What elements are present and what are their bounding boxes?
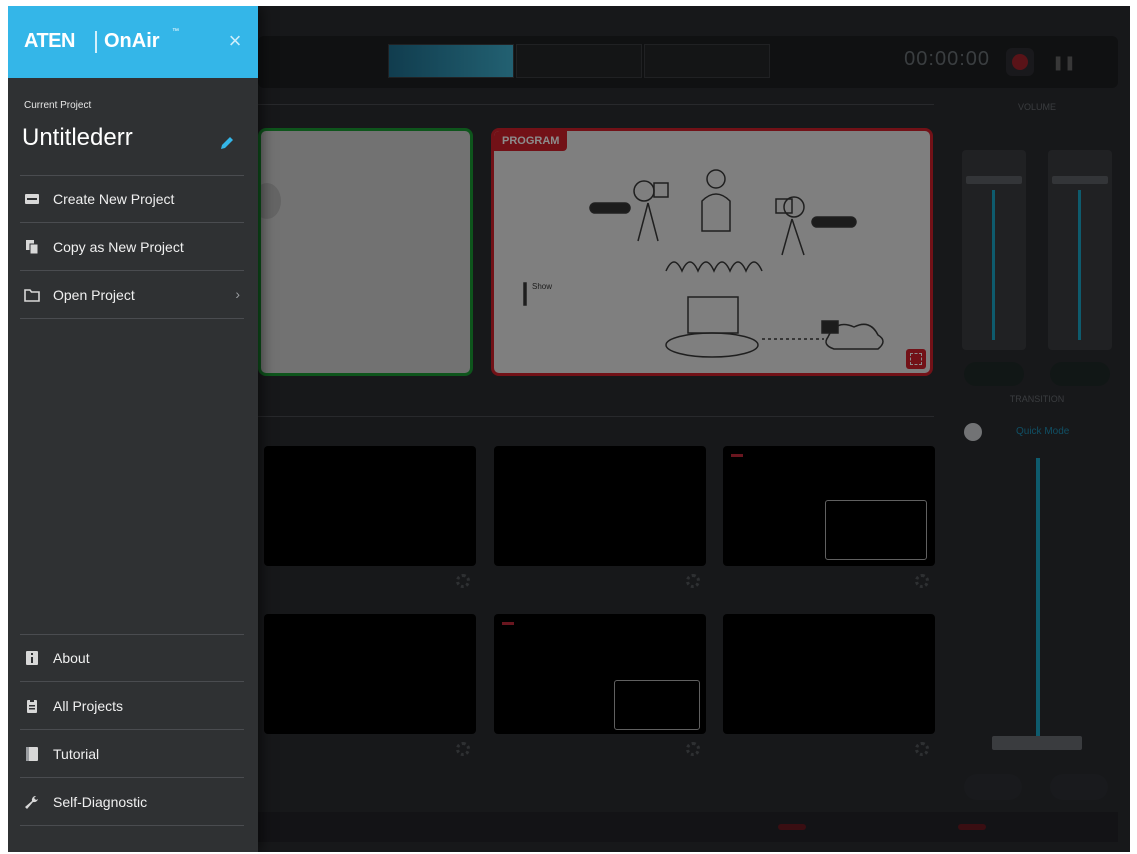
record-button[interactable]	[1006, 48, 1034, 76]
menu-item-label: All Projects	[53, 698, 124, 714]
scene-thumbnail[interactable]	[264, 446, 476, 566]
scene-thumbnail[interactable]	[494, 614, 706, 734]
gear-icon[interactable]	[686, 742, 700, 756]
menu-item-tutorial[interactable]: Tutorial	[20, 731, 244, 778]
preview-image	[261, 183, 281, 219]
drawer-header: ATEN OnAir ™ ×	[8, 6, 258, 78]
tab-second[interactable]	[516, 44, 642, 78]
menu-item-label: Copy as New Project	[53, 239, 184, 255]
menu-item-label: Tutorial	[53, 746, 100, 762]
status-indicator	[958, 824, 986, 830]
folder-icon	[24, 289, 40, 302]
scene-footer	[270, 740, 470, 762]
gear-icon[interactable]	[456, 742, 470, 756]
scene-footer	[729, 740, 929, 762]
gear-icon[interactable]	[915, 742, 929, 756]
menu-item-self-diagnostic[interactable]: Self-Diagnostic	[20, 779, 244, 826]
svg-text:Show: Show	[532, 282, 552, 291]
fader-handle[interactable]	[966, 176, 1022, 184]
program-monitor[interactable]: Show PROGRAM	[491, 128, 933, 376]
status-indicator	[778, 824, 806, 830]
section-divider	[258, 416, 934, 417]
book-icon	[26, 747, 38, 761]
menu-item-label: About	[53, 650, 90, 666]
volume-fader-right[interactable]	[1048, 150, 1112, 350]
app-window: 00:00:00 ❚❚ Show PROGRAM VOLUME TRANSITI…	[8, 6, 1130, 852]
menu-item-label: Self-Diagnostic	[53, 794, 148, 810]
quick-mode-toggle[interactable]	[964, 423, 982, 441]
scene-indicator	[731, 454, 743, 457]
pip-overlay	[825, 500, 927, 560]
tab-third[interactable]	[644, 44, 770, 78]
status-bar	[258, 812, 1118, 842]
scene-thumbnail[interactable]	[494, 446, 706, 566]
scene-footer	[729, 572, 929, 594]
scene-indicator	[502, 622, 514, 625]
menu-item-copy-as-new-project[interactable]: Copy as New Project	[20, 224, 244, 271]
program-label: PROGRAM	[494, 131, 568, 151]
scene-footer	[500, 740, 700, 762]
fader-handle[interactable]	[1052, 176, 1108, 184]
current-project-name: Untitlederr	[22, 124, 133, 151]
menu-item-all-projects[interactable]: All Projects	[20, 683, 244, 730]
gear-icon[interactable]	[456, 574, 470, 588]
transition-button-right[interactable]	[1050, 774, 1108, 800]
scene-footer	[270, 572, 470, 594]
clipboard-icon	[27, 699, 37, 713]
current-project-label: Current Project	[24, 100, 92, 111]
transition-title: TRANSITION	[1009, 394, 1065, 404]
wrench-icon	[25, 796, 38, 809]
audio-transition-panel: VOLUME TRANSITION Quick Mode	[944, 98, 1130, 818]
pip-overlay	[614, 680, 700, 730]
volume-fader-left[interactable]	[962, 150, 1026, 350]
menu-item-create-new-project[interactable]: Create New Project	[20, 176, 244, 223]
timecode-display: 00:00:00	[904, 48, 990, 70]
top-toolbar: 00:00:00 ❚❚	[258, 36, 1118, 88]
menu-item-about[interactable]: About	[20, 635, 244, 682]
close-icon[interactable]: ×	[222, 28, 248, 54]
scene-thumbnail[interactable]	[723, 446, 935, 566]
trademark-mark: ™	[172, 28, 179, 35]
fullscreen-icon[interactable]	[906, 349, 926, 369]
gear-icon[interactable]	[915, 574, 929, 588]
volume-title: VOLUME	[1017, 102, 1056, 112]
transition-button-left[interactable]	[964, 774, 1022, 800]
program-illustration: Show	[523, 169, 884, 358]
preview-monitor[interactable]	[258, 128, 473, 376]
create-project-icon	[25, 194, 39, 204]
section-divider	[258, 104, 934, 105]
scene-thumbnail[interactable]	[723, 614, 935, 734]
menu-item-label: Create New Project	[53, 191, 175, 207]
tab-live[interactable]	[388, 44, 514, 78]
menu-item-label: Open Project	[53, 287, 135, 303]
onair-logo: OnAir	[104, 30, 160, 52]
audio-toggle-left[interactable]	[964, 362, 1024, 386]
pause-button[interactable]: ❚❚	[1050, 48, 1078, 76]
scene-thumbnail[interactable]	[264, 614, 476, 734]
info-icon	[26, 651, 38, 665]
quick-mode-label: Quick Mode	[1016, 426, 1070, 437]
copy-icon	[26, 240, 39, 254]
logo-separator	[95, 31, 97, 53]
chevron-right-icon: ›	[235, 286, 240, 302]
menu-item-open-project[interactable]: Open Project ›	[20, 272, 244, 319]
t-bar-track	[1036, 458, 1040, 738]
navigation-drawer: ATEN OnAir ™ × Current Project Untitlede…	[8, 6, 258, 852]
t-bar-handle[interactable]	[992, 736, 1082, 750]
gear-icon[interactable]	[686, 574, 700, 588]
aten-logo: ATEN	[24, 30, 75, 52]
pencil-icon[interactable]	[218, 134, 236, 152]
scene-footer	[500, 572, 700, 594]
audio-toggle-right[interactable]	[1050, 362, 1110, 386]
